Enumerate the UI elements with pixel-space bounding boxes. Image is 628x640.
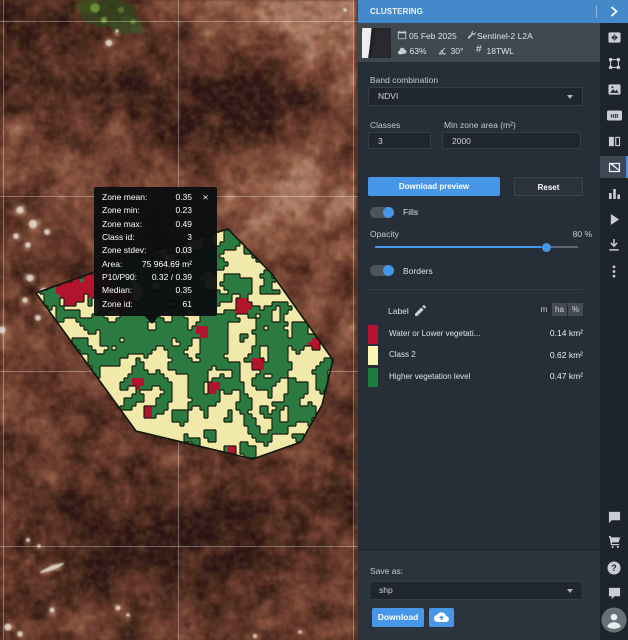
svg-text:?: ? <box>611 563 616 573</box>
svg-text:HR: HR <box>610 114 618 120</box>
